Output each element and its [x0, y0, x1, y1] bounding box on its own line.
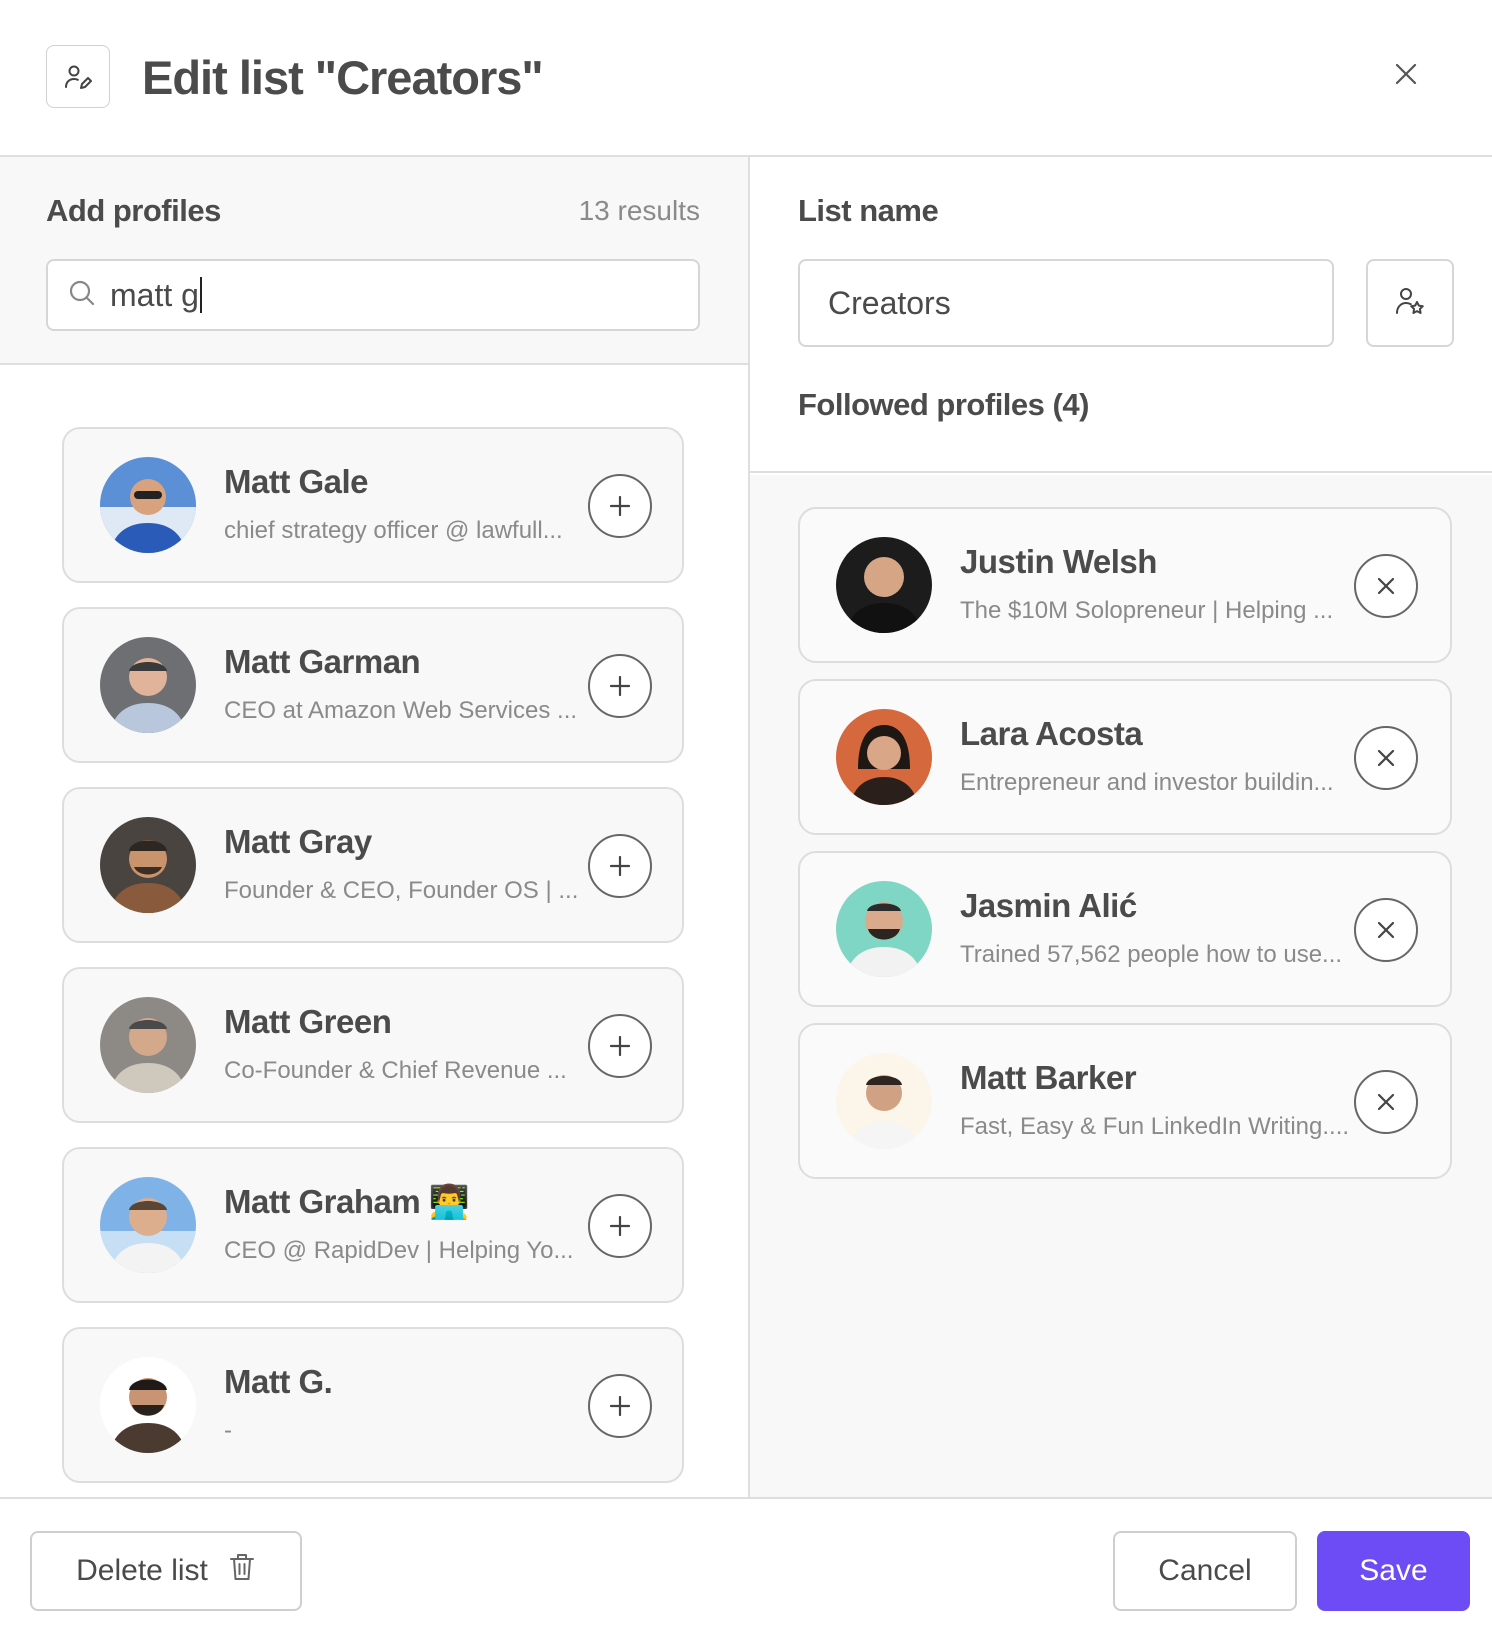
profile-name: Justin Welsh [960, 543, 1157, 580]
profile-description: Fast, Easy & Fun LinkedIn Writing.... [960, 1113, 1350, 1140]
profile-card: Matt Graham 👨‍💻 CEO @ RapidDev | Helping… [62, 1147, 684, 1303]
profile-name: Matt Green [224, 1003, 392, 1040]
add-profiles-label: Add profiles [46, 193, 221, 228]
add-profile-button[interactable] [588, 1374, 652, 1438]
search-icon [68, 279, 96, 312]
profile-description: Entrepreneur and investor buildin... [960, 769, 1334, 796]
profile-name: Matt Garman [224, 643, 421, 680]
avatar [100, 637, 196, 733]
list-name-input[interactable]: Creators [798, 259, 1334, 347]
search-results-list: Matt Gale chief strategy officer @ lawfu… [0, 367, 748, 1497]
profile-card: Matt G. - [62, 1327, 684, 1483]
profile-card: Matt Gray Founder & CEO, Founder OS | ..… [62, 787, 684, 943]
add-profiles-panel: Add profiles 13 results matt g Matt Gale… [0, 157, 750, 1497]
edit-list-modal: Edit list "Creators" Add profiles 13 res… [0, 0, 1492, 1642]
profile-description: The $10M Solopreneur | Helping ... [960, 597, 1334, 624]
profile-description: - [224, 1417, 232, 1444]
profile-description: Founder & CEO, Founder OS | ... [224, 877, 579, 904]
list-icon-button[interactable] [1366, 259, 1454, 347]
results-count: 13 results [578, 195, 700, 226]
add-profile-button[interactable] [588, 474, 652, 538]
profile-name: Matt Gale [224, 463, 369, 500]
modal-header: Edit list "Creators" [0, 0, 1492, 157]
profile-description: chief strategy officer @ lawfull... [224, 517, 563, 544]
search-input[interactable]: matt g [46, 259, 700, 331]
remove-profile-button[interactable] [1354, 554, 1418, 618]
close-icon[interactable] [1390, 58, 1422, 90]
avatar [836, 709, 932, 805]
followed-profiles-list: Justin Welsh The $10M Solopreneur | Help… [750, 475, 1492, 1497]
profile-name: Matt Gray [224, 823, 372, 860]
modal-footer: Delete list Cancel Save [0, 1497, 1492, 1642]
add-profile-button[interactable] [588, 834, 652, 898]
followed-profile-card: Lara Acosta Entrepreneur and investor bu… [798, 679, 1452, 835]
profile-card: Matt Green Co-Founder & Chief Revenue ..… [62, 967, 684, 1123]
avatar [836, 537, 932, 633]
avatar [100, 1357, 196, 1453]
profile-description: Co-Founder & Chief Revenue ... [224, 1057, 567, 1084]
followed-profile-card: Justin Welsh The $10M Solopreneur | Help… [798, 507, 1452, 663]
profile-name: Matt Graham 👨‍💻 [224, 1183, 470, 1220]
remove-profile-button[interactable] [1354, 726, 1418, 790]
search-value: matt g [110, 276, 199, 313]
user-star-icon [1394, 285, 1426, 322]
text-cursor [199, 277, 202, 313]
avatar [100, 457, 196, 553]
delete-label: Delete list [76, 1554, 208, 1587]
profile-card: Matt Garman CEO at Amazon Web Services .… [62, 607, 684, 763]
profile-name: Lara Acosta [960, 715, 1143, 752]
profile-description: CEO at Amazon Web Services ... [224, 697, 578, 724]
list-details-header: List name Creators Followed profiles (4) [750, 157, 1492, 473]
profile-card: Matt Gale chief strategy officer @ lawfu… [62, 427, 684, 583]
trash-icon [228, 1552, 256, 1590]
avatar [836, 1053, 932, 1149]
profile-name: Jasmin Alić [960, 887, 1137, 924]
add-profiles-header: Add profiles 13 results matt g [0, 157, 748, 365]
profile-description: CEO @ RapidDev | Helping Yo... [224, 1237, 574, 1264]
avatar [100, 997, 196, 1093]
list-details-panel: List name Creators Followed profiles (4) [750, 157, 1492, 1497]
profile-description: Trained 57,562 people how to use... [960, 941, 1343, 968]
followed-profiles-label: Followed profiles (4) [798, 387, 1089, 422]
remove-profile-button[interactable] [1354, 898, 1418, 962]
modal-title: Edit list "Creators" [142, 51, 544, 104]
user-edit-icon [46, 45, 110, 108]
add-profile-button[interactable] [588, 654, 652, 718]
followed-profile-card: Matt Barker Fast, Easy & Fun LinkedIn Wr… [798, 1023, 1452, 1179]
delete-list-button[interactable]: Delete list [30, 1531, 302, 1611]
add-profile-button[interactable] [588, 1194, 652, 1258]
add-profile-button[interactable] [588, 1014, 652, 1078]
profile-name: Matt Barker [960, 1059, 1137, 1096]
followed-profile-card: Jasmin Alić Trained 57,562 people how to… [798, 851, 1452, 1007]
remove-profile-button[interactable] [1354, 1070, 1418, 1134]
avatar [100, 1177, 196, 1273]
cancel-button[interactable]: Cancel [1113, 1531, 1297, 1611]
profile-name: Matt G. [224, 1363, 333, 1400]
save-button[interactable]: Save [1317, 1531, 1470, 1611]
list-name-label: List name [798, 193, 939, 228]
avatar [100, 817, 196, 913]
avatar [836, 881, 932, 977]
